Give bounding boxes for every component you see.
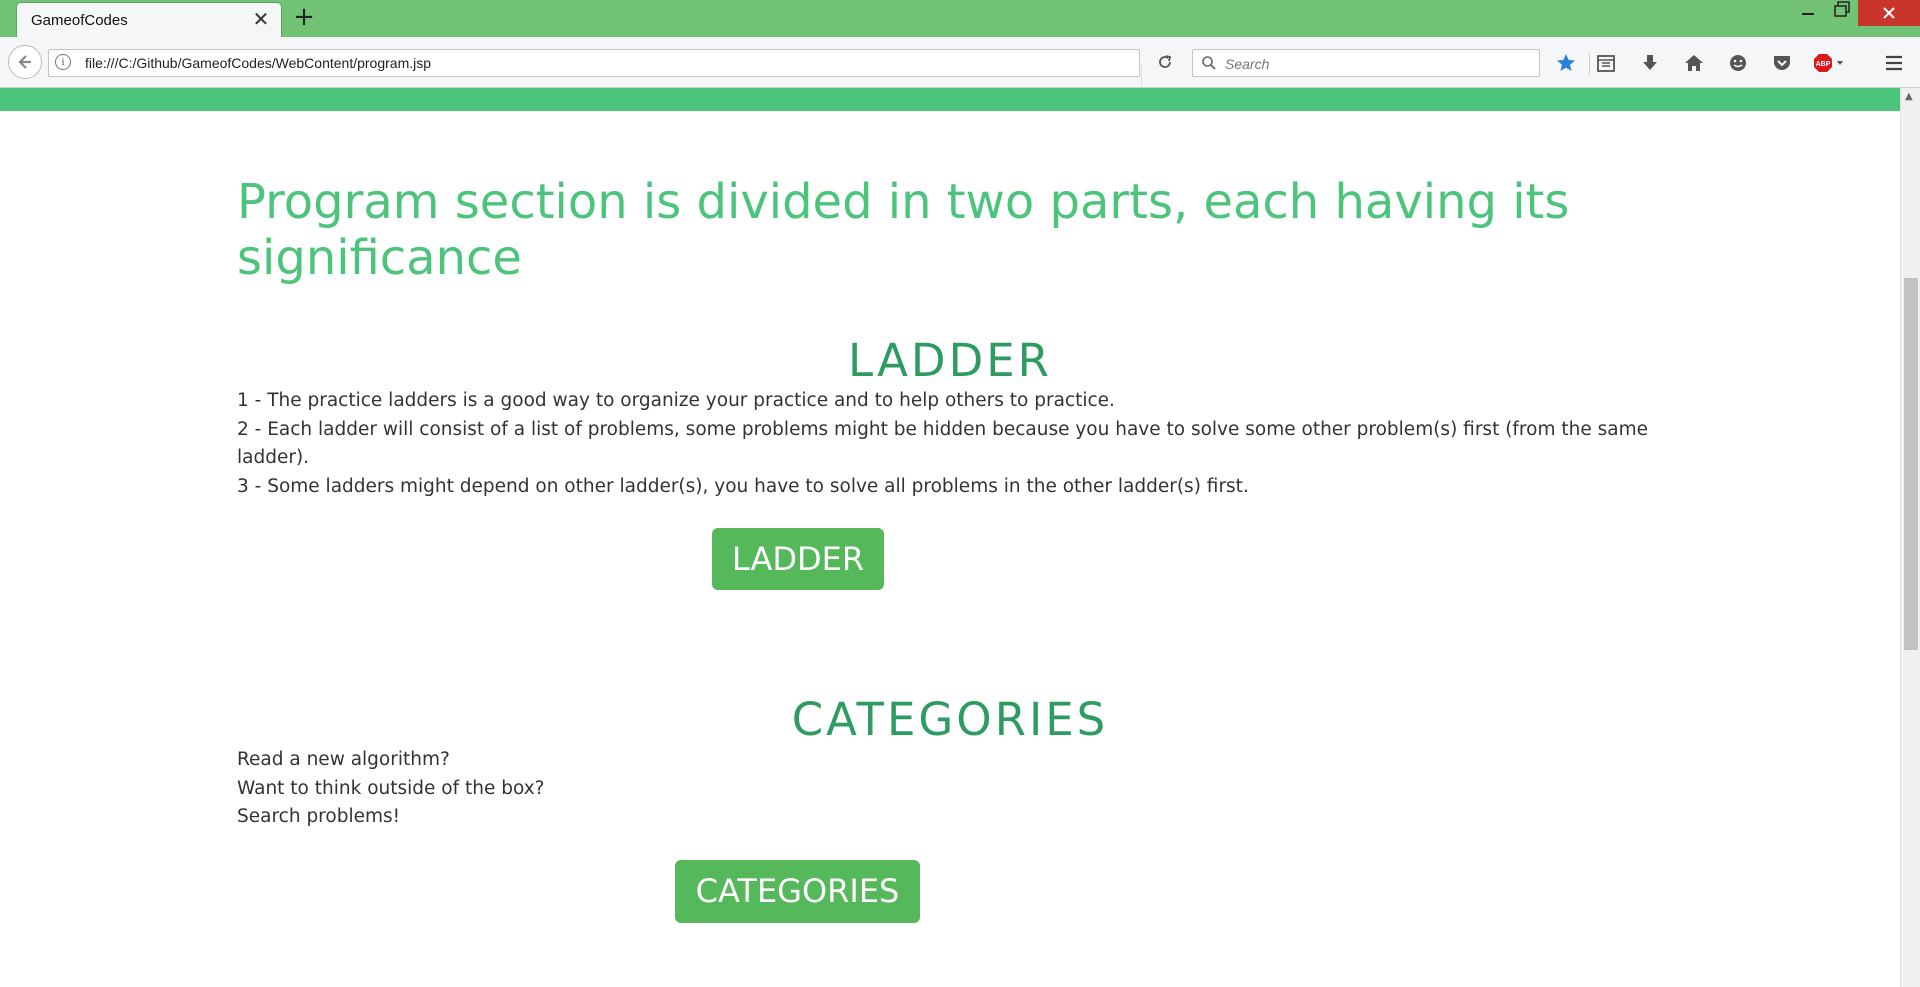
adblock-icon[interactable]: ABP [1812,49,1848,77]
categories-line: Search problems! [237,806,401,827]
page-scrollbar[interactable]: ▲ [1900,88,1920,987]
browser-titlebar: GameofCodes ✕ + [0,0,1920,37]
close-icon [1883,7,1895,19]
categories-title: CATEGORIES [791,693,1109,746]
pocket-icon[interactable] [1768,49,1796,77]
reading-list-icon[interactable] [1592,49,1620,77]
download-icon[interactable] [1636,49,1664,77]
restore-icon [1834,1,1850,17]
window-restore-button[interactable] [1824,0,1860,26]
ladder-title: LADDER [848,334,1052,387]
categories-line: Want to think outside of the box? [237,777,545,799]
ladder-button[interactable]: LADDER [712,528,884,590]
url-divider [1141,66,1142,86]
reload-button[interactable] [1152,49,1178,75]
browser-tab[interactable]: GameofCodes ✕ [16,2,282,37]
search-icon [1202,56,1216,70]
reload-icon [1159,55,1172,68]
search-bar[interactable] [1192,49,1540,77]
url-bar[interactable]: i file:///C:/Github/GameofCodes/WebConte… [48,49,1142,86]
scroll-up-icon[interactable]: ▲ [1905,91,1913,102]
new-tab-button[interactable]: + [292,4,316,30]
tab-close-icon[interactable]: ✕ [251,9,271,29]
svg-text:ABP: ABP [1816,61,1831,68]
feedback-icon[interactable] [1724,49,1752,77]
url-text[interactable]: file:///C:/Github/GameofCodes/WebContent… [85,55,431,71]
back-button[interactable] [8,45,42,79]
menu-icon[interactable] [1880,49,1908,77]
browser-navbar: i file:///C:/Github/GameofCodes/WebConte… [0,37,1920,88]
categories-button[interactable]: CATEGORIES [675,860,920,923]
home-icon[interactable] [1680,49,1708,77]
ladder-line: 3 - Some ladders might depend on other l… [237,475,1249,497]
back-arrow-icon [18,55,31,69]
ladder-description: 1 - The practice ladders is a good way t… [237,387,1677,501]
page-heading: Program section is divided in two parts,… [237,174,1570,286]
tab-title: GameofCodes [31,12,128,29]
search-input[interactable] [1223,53,1527,75]
window-close-button[interactable] [1858,0,1920,26]
bookmark-star-icon[interactable] [1552,49,1580,77]
page-header-band [0,88,1900,111]
window-minimize-button[interactable] [1790,0,1826,26]
minimize-icon [1802,13,1814,15]
info-icon[interactable]: i [55,54,71,70]
toolbar-separator [1589,53,1590,75]
ladder-line: 2 - Each ladder will consist of a list o… [237,418,1648,469]
scroll-thumb[interactable] [1904,278,1918,650]
page-viewport: Program section is divided in two parts,… [0,88,1900,987]
ladder-line: 1 - The practice ladders is a good way t… [237,390,1115,411]
categories-description: Read a new algorithm? Want to think outs… [237,746,1677,832]
categories-line: Read a new algorithm? [237,749,450,770]
